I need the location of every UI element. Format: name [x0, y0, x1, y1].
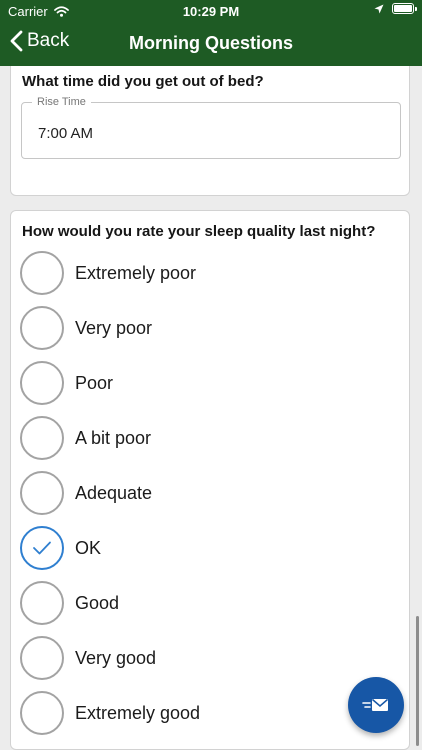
page-title: Morning Questions: [129, 33, 293, 53]
radio-button[interactable]: [20, 581, 64, 625]
scroll-indicator[interactable]: [416, 616, 419, 746]
status-bar: Carrier 10:29 PM: [0, 0, 422, 22]
option-very-poor[interactable]: Very poor: [20, 304, 400, 352]
rise-time-question: What time did you get out of bed?: [22, 73, 264, 90]
location-arrow-icon: [374, 4, 384, 13]
radio-button[interactable]: [20, 471, 64, 515]
radio-button[interactable]: [20, 416, 64, 460]
checkmark-icon: [33, 541, 51, 555]
submit-fab-button[interactable]: [348, 677, 404, 733]
sleep-quality-question: How would you rate your sleep quality la…: [22, 223, 376, 240]
radio-button[interactable]: [20, 636, 64, 680]
option-extremely-good[interactable]: Extremely good: [20, 689, 400, 737]
option-label: Extremely good: [75, 702, 201, 723]
option-extremely-poor[interactable]: Extremely poor: [20, 249, 400, 297]
option-label: Good: [75, 592, 120, 613]
radio-button[interactable]: [20, 306, 64, 350]
status-indicators: [374, 3, 417, 14]
rise-time-label: Rise Time: [32, 96, 91, 108]
navigation-bar: Back Morning Questions: [0, 22, 422, 66]
option-label: OK: [75, 537, 102, 558]
rise-time-field[interactable]: Rise Time 7:00 AM: [21, 96, 401, 159]
radio-button[interactable]: [20, 251, 64, 295]
option-very-good[interactable]: Very good: [20, 634, 400, 682]
rise-time-value: 7:00 AM: [38, 125, 94, 142]
rise-time-card: What time did you get out of bed? Rise T…: [10, 66, 410, 196]
top-bar: Carrier 10:29 PM Back Morning Questions: [0, 0, 422, 66]
radio-button[interactable]: [20, 691, 64, 735]
option-label: Poor: [75, 372, 114, 393]
option-adequate[interactable]: Adequate: [20, 469, 400, 517]
send-mail-icon: [362, 698, 388, 711]
option-label: Extremely poor: [75, 262, 197, 283]
option-label: Very good: [75, 647, 157, 668]
questions-scroll-view[interactable]: What time did you get out of bed? Rise T…: [0, 66, 422, 750]
option-label: Very poor: [75, 317, 153, 338]
radio-button[interactable]: [20, 361, 64, 405]
sleep-quality-card: How would you rate your sleep quality la…: [10, 210, 410, 750]
option-label: Adequate: [75, 482, 153, 503]
radio-button-checked[interactable]: [20, 526, 64, 570]
option-good[interactable]: Good: [20, 579, 400, 627]
option-label: A bit poor: [75, 427, 152, 448]
status-time: 10:29 PM: [182, 4, 240, 19]
option-a-bit-poor[interactable]: A bit poor: [20, 414, 400, 462]
battery-icon: [392, 3, 417, 14]
option-poor[interactable]: Poor: [20, 359, 400, 407]
option-ok[interactable]: OK: [20, 524, 400, 572]
